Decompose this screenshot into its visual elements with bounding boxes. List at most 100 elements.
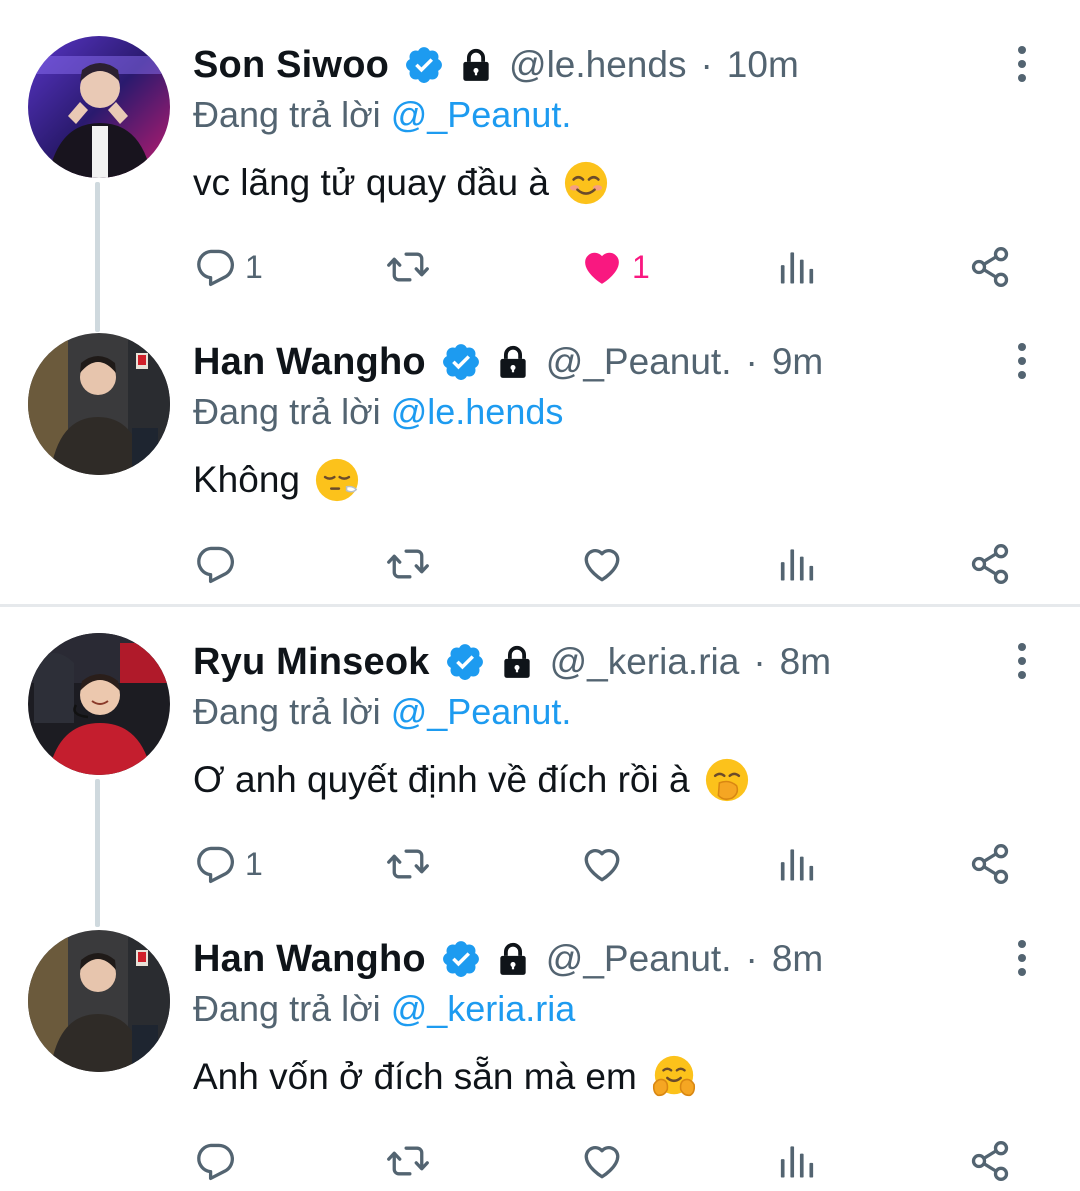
- like-button[interactable]: [580, 839, 632, 889]
- retweet-button[interactable]: [386, 242, 430, 292]
- views-button[interactable]: [775, 539, 819, 589]
- reply-button[interactable]: 1: [193, 839, 263, 889]
- reply-count: 1: [245, 845, 263, 882]
- tweet[interactable]: Han Wangho @_Peanut. · 9m Đang trả lời @…: [0, 297, 1080, 594]
- verified-badge-icon: [403, 44, 445, 86]
- tweet-text-content: vc lãng tử quay đầu à: [193, 162, 549, 203]
- replying-to: Đang trả lời @_Peanut.: [193, 691, 571, 733]
- tweet[interactable]: Ryu Minseok @_keria.ria · 8m Đang trả lờ…: [0, 597, 1080, 894]
- reply-icon: [193, 245, 237, 289]
- reply-button[interactable]: [193, 539, 245, 589]
- username[interactable]: @_keria.ria: [550, 641, 740, 683]
- lock-icon: [498, 643, 536, 681]
- tweet-text-content: Ơ anh quyết định về đích rồi à: [193, 759, 690, 800]
- replying-to-label: Đang trả lời: [193, 94, 381, 135]
- like-count: 1: [632, 248, 650, 285]
- avatar[interactable]: [28, 930, 170, 1072]
- timestamp[interactable]: 9m: [772, 341, 823, 383]
- username[interactable]: @_Peanut.: [546, 938, 732, 980]
- replying-to-label: Đang trả lời: [193, 691, 381, 732]
- share-button[interactable]: [968, 1136, 1012, 1186]
- like-button[interactable]: [580, 1136, 632, 1186]
- tweet[interactable]: Han Wangho @_Peanut. · 8m Đang trả lời @…: [0, 894, 1080, 1191]
- avatar[interactable]: [28, 36, 170, 178]
- heart-icon: [580, 542, 624, 586]
- conversation-thread: Ryu Minseok @_keria.ria · 8m Đang trả lờ…: [0, 607, 1080, 1191]
- retweet-icon: [386, 842, 430, 886]
- display-name[interactable]: Son Siwoo: [193, 44, 389, 87]
- more-options-icon[interactable]: [1002, 641, 1042, 681]
- heart-icon: [580, 1139, 624, 1183]
- verified-badge-icon: [440, 938, 482, 980]
- avatar[interactable]: [28, 333, 170, 475]
- hugging-face-emoji-icon: [651, 1054, 697, 1100]
- share-button[interactable]: [968, 539, 1012, 589]
- share-icon: [968, 842, 1012, 886]
- separator-dot: ·: [745, 341, 758, 382]
- lock-icon: [494, 940, 532, 978]
- separator-dot: ·: [700, 44, 713, 85]
- more-options-icon[interactable]: [1002, 44, 1042, 84]
- reply-mention-link[interactable]: @_Peanut.: [391, 94, 572, 135]
- timestamp[interactable]: 8m: [780, 641, 831, 683]
- verified-badge-icon: [444, 641, 486, 683]
- reply-button[interactable]: 1: [193, 242, 263, 292]
- views-button[interactable]: [775, 1136, 819, 1186]
- tweet-header: Ryu Minseok @_keria.ria · 8m: [193, 635, 831, 689]
- stats-icon: [775, 842, 819, 886]
- tweet-text: Ơ anh quyết định về đích rồi à: [193, 757, 750, 803]
- timestamp[interactable]: 10m: [727, 44, 799, 86]
- views-button[interactable]: [775, 242, 819, 292]
- replying-to-label: Đang trả lời: [193, 391, 381, 432]
- lock-icon: [457, 46, 495, 84]
- reply-button[interactable]: [193, 1136, 245, 1186]
- separator-dot: ·: [753, 641, 766, 682]
- tweet-actions: 1: [0, 839, 1080, 889]
- display-name[interactable]: Han Wangho: [193, 938, 426, 981]
- reply-icon: [193, 1139, 237, 1183]
- tweet-header: Han Wangho @_Peanut. · 9m: [193, 335, 823, 389]
- display-name[interactable]: Han Wangho: [193, 341, 426, 384]
- separator-dot: ·: [745, 938, 758, 979]
- share-icon: [968, 542, 1012, 586]
- views-button[interactable]: [775, 839, 819, 889]
- replying-to-label: Đang trả lời: [193, 988, 381, 1029]
- tweet-text: Anh vốn ở đích sẵn mà em: [193, 1054, 697, 1100]
- tweet-text: vc lãng tử quay đầu à: [193, 160, 609, 206]
- retweet-button[interactable]: [386, 539, 430, 589]
- verified-badge-icon: [440, 341, 482, 383]
- retweet-icon: [386, 245, 430, 289]
- conversation-thread: Son Siwoo @le.hends · 10m Đang trả lời @…: [0, 0, 1080, 604]
- username[interactable]: @_Peanut.: [546, 341, 732, 383]
- replying-to: Đang trả lời @_keria.ria: [193, 988, 575, 1030]
- username[interactable]: @le.hends: [509, 44, 686, 86]
- tweet-header: Son Siwoo @le.hends · 10m: [193, 38, 799, 92]
- hand-over-mouth-emoji-icon: [704, 757, 750, 803]
- tweet-text-content: Anh vốn ở đích sẵn mà em: [193, 1056, 637, 1097]
- retweet-icon: [386, 542, 430, 586]
- timestamp[interactable]: 8m: [772, 938, 823, 980]
- display-name[interactable]: Ryu Minseok: [193, 641, 430, 684]
- more-options-icon[interactable]: [1002, 341, 1042, 381]
- stats-icon: [775, 1139, 819, 1183]
- like-button[interactable]: [580, 539, 632, 589]
- avatar[interactable]: [28, 633, 170, 775]
- like-button[interactable]: 1: [580, 242, 650, 292]
- retweet-button[interactable]: [386, 839, 430, 889]
- heart-icon: [580, 842, 624, 886]
- tweet-actions: [0, 539, 1080, 589]
- retweet-icon: [386, 1139, 430, 1183]
- stats-icon: [775, 245, 819, 289]
- share-button[interactable]: [968, 839, 1012, 889]
- tweet-text: Không: [193, 457, 360, 503]
- share-button[interactable]: [968, 242, 1012, 292]
- replying-to: Đang trả lời @_Peanut.: [193, 94, 571, 136]
- tweet[interactable]: Son Siwoo @le.hends · 10m Đang trả lời @…: [0, 0, 1080, 297]
- reply-mention-link[interactable]: @_Peanut.: [391, 691, 572, 732]
- tweet-header: Han Wangho @_Peanut. · 8m: [193, 932, 823, 986]
- reply-count: 1: [245, 248, 263, 285]
- more-options-icon[interactable]: [1002, 938, 1042, 978]
- reply-mention-link[interactable]: @_keria.ria: [391, 988, 576, 1029]
- retweet-button[interactable]: [386, 1136, 430, 1186]
- reply-mention-link[interactable]: @le.hends: [391, 391, 564, 432]
